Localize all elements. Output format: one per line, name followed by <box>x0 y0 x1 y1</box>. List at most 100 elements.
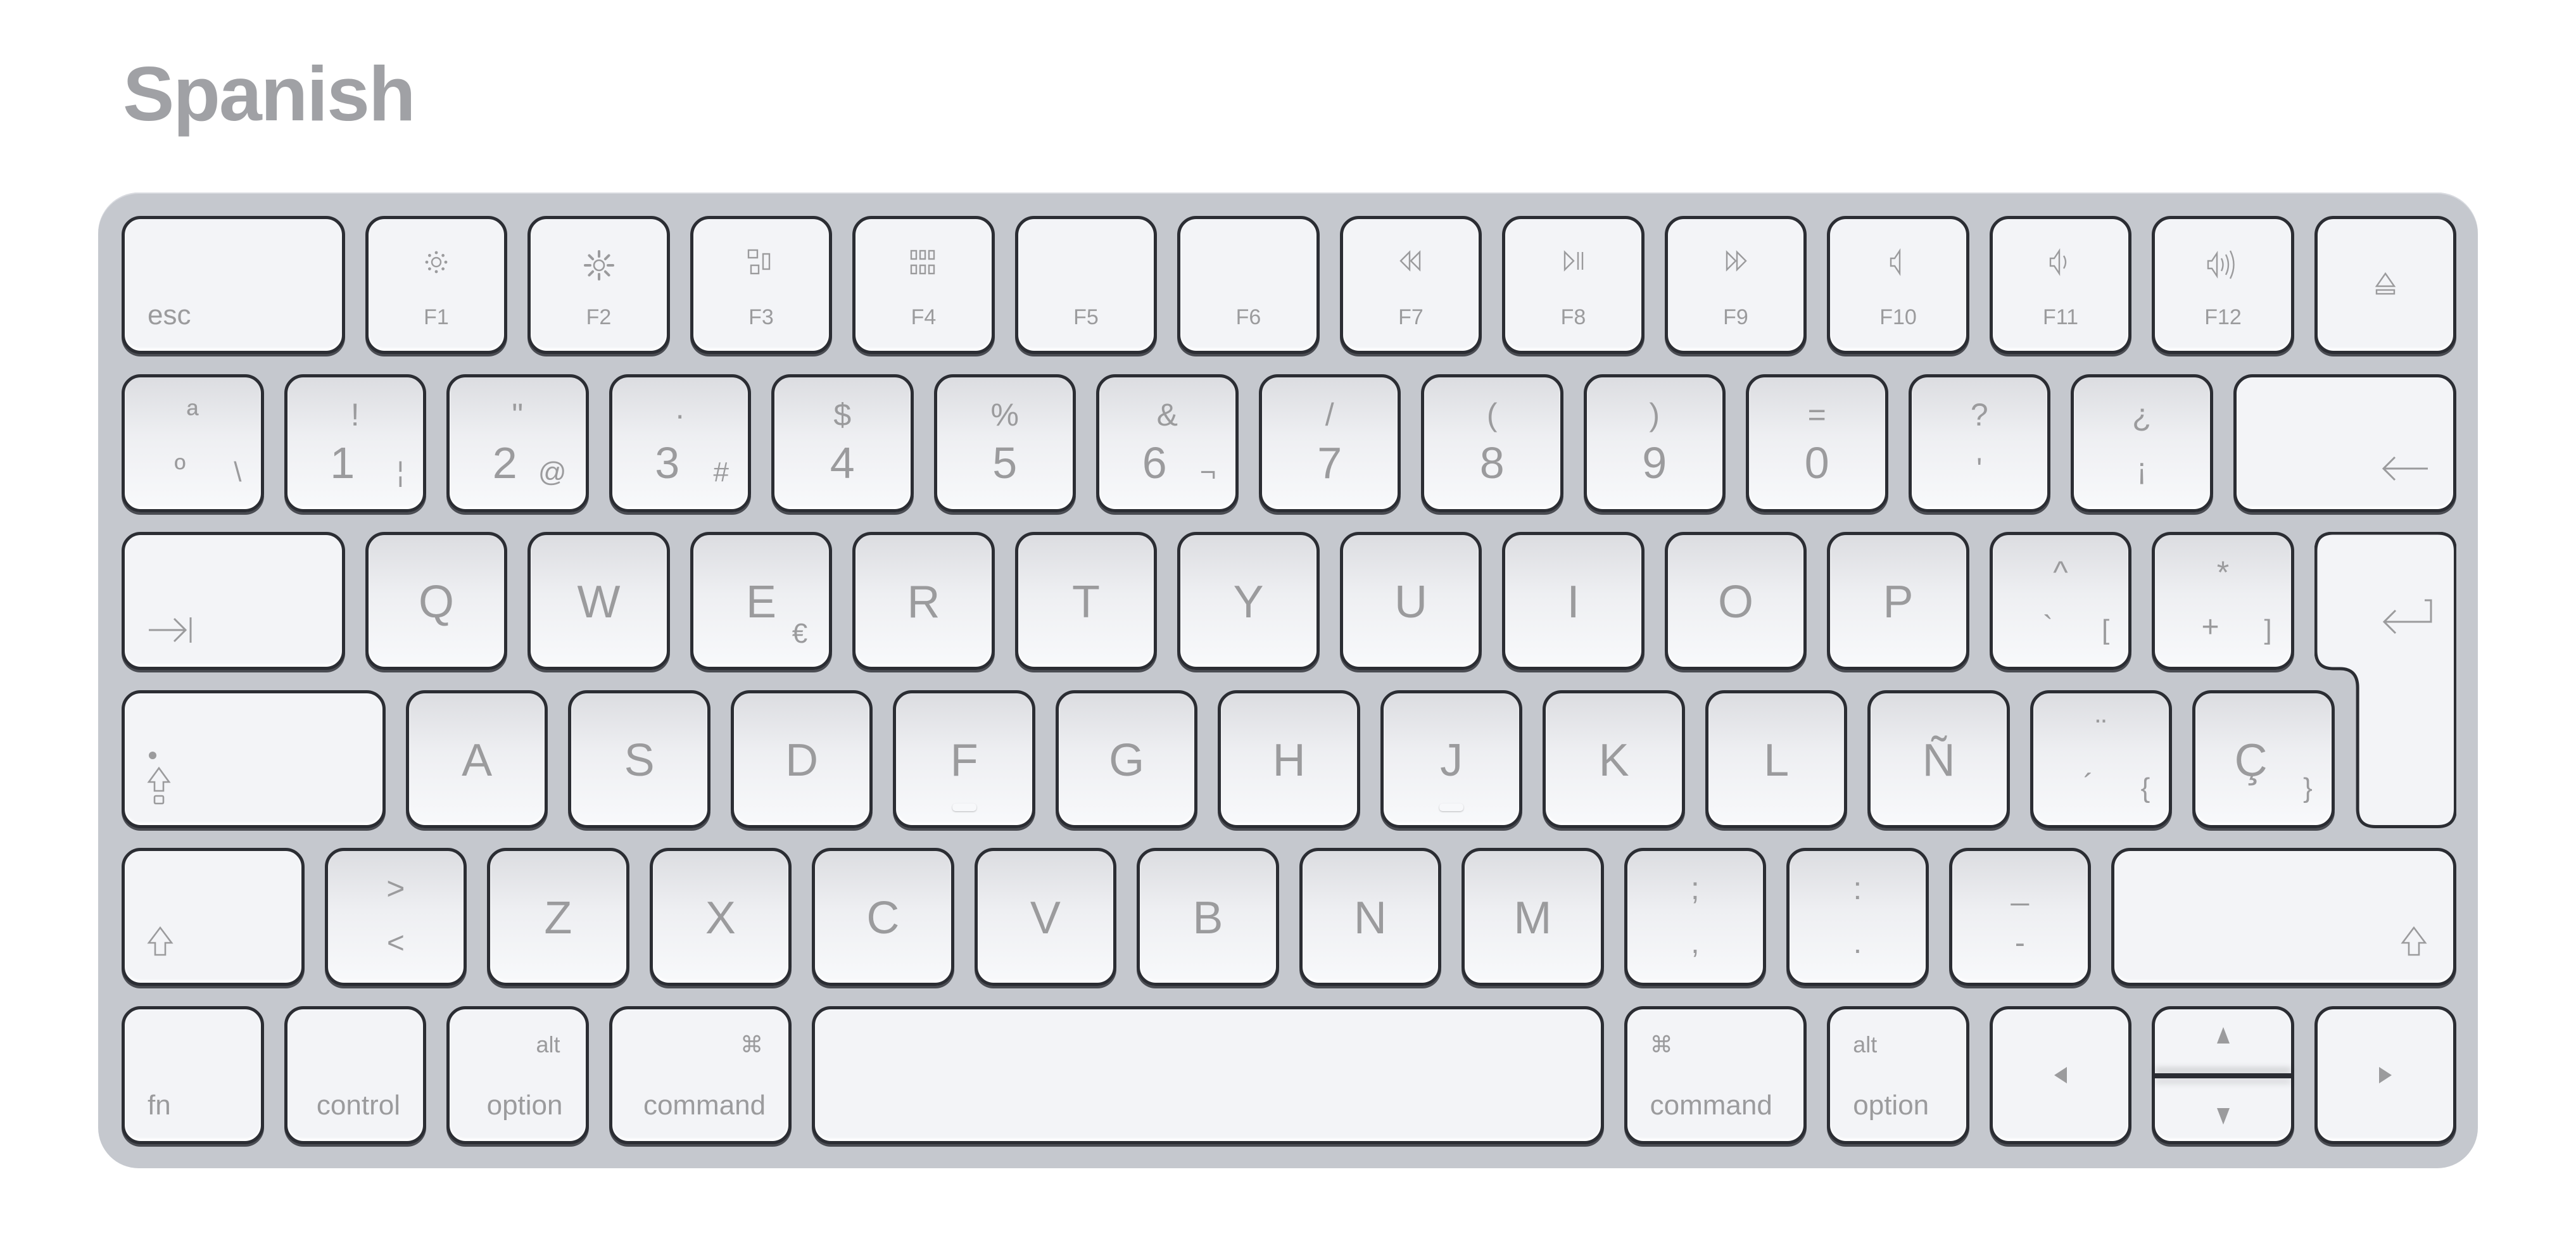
key-acute[interactable]: ¨ ´ { <box>2030 690 2173 828</box>
key-2[interactable]: " 2 @ <box>446 374 589 512</box>
key-arrow-right[interactable] <box>2314 1006 2457 1144</box>
key-sublabel: ⌘ <box>740 1031 764 1057</box>
key-t[interactable]: T <box>1014 532 1158 670</box>
key-f7[interactable]: F7 <box>1339 216 1482 354</box>
key-9[interactable]: ) 9 <box>1583 374 1726 512</box>
key-inverted-exclamation[interactable]: ¿ ¡ <box>2071 374 2213 512</box>
key-f12[interactable]: F12 <box>2152 216 2294 354</box>
key-ordinal[interactable]: ª º \ <box>122 374 264 512</box>
key-c[interactable]: C <box>812 848 954 986</box>
key-return[interactable] <box>2314 532 2457 828</box>
key-period[interactable]: :. <box>1786 848 1929 986</box>
key-delete[interactable] <box>2233 374 2457 512</box>
key-base-char: 0 <box>1804 438 1829 488</box>
key-apostrophe[interactable]: ? ' <box>1908 374 2050 512</box>
key-arrow-left[interactable] <box>1989 1006 2132 1144</box>
key-c-cedilla[interactable]: Ç} <box>2192 690 2335 828</box>
key-letter: C <box>866 893 900 943</box>
key-letter: A <box>462 735 493 786</box>
key-right-shift[interactable] <box>2111 848 2457 986</box>
key-grave[interactable]: ^ ` [ <box>1989 532 2132 670</box>
key-4[interactable]: $4 <box>771 374 914 512</box>
key-f11[interactable]: F11 <box>1989 216 2132 354</box>
key-letter: H <box>1272 735 1306 786</box>
key-o[interactable]: O <box>1664 532 1807 670</box>
key-3[interactable]: · 3 # <box>609 374 751 512</box>
key-l[interactable]: L <box>1705 690 1848 828</box>
key-f[interactable]: F <box>893 690 1035 828</box>
key-7[interactable]: /7 <box>1258 374 1401 512</box>
key-control[interactable]: control <box>284 1006 426 1144</box>
key-b[interactable]: B <box>1137 848 1279 986</box>
key-k[interactable]: K <box>1543 690 1685 828</box>
key-w[interactable]: W <box>527 532 670 670</box>
key-left-shift[interactable] <box>122 848 305 986</box>
key-i[interactable]: I <box>1502 532 1645 670</box>
key-j[interactable]: J <box>1380 690 1523 828</box>
key-label: F3 <box>748 305 774 329</box>
key-f6[interactable]: F6 <box>1177 216 1320 354</box>
key-base-char: 1 <box>330 438 355 488</box>
key-shift-char: ! <box>350 396 360 432</box>
key-d[interactable]: D <box>730 690 873 828</box>
key-left-command[interactable]: command ⌘ <box>609 1006 792 1144</box>
key-r[interactable]: R <box>852 532 995 670</box>
return-arrow-icon <box>2380 598 2434 636</box>
key-n[interactable]: N <box>1299 848 1442 986</box>
key-caps-lock[interactable] <box>122 690 386 828</box>
key-p[interactable]: P <box>1827 532 1969 670</box>
key-letter: W <box>577 577 621 627</box>
key-minus[interactable]: _ - <box>1948 848 2092 986</box>
key-base-char: 3 <box>655 438 680 488</box>
delete-arrow-icon <box>2380 455 2430 482</box>
key-letter: X <box>705 893 736 943</box>
key-f8[interactable]: F8 <box>1502 216 1645 354</box>
key-right-command[interactable]: command ⌘ <box>1624 1006 1807 1144</box>
key-arrow-up-down[interactable] <box>2152 1006 2294 1144</box>
key-0[interactable]: = 0 <box>1746 374 1888 512</box>
key-x[interactable]: X <box>649 848 792 986</box>
key-angle[interactable]: > < <box>324 848 467 986</box>
key-n-tilde[interactable]: Ñ <box>1867 690 2010 828</box>
key-f4[interactable]: F4 <box>852 216 995 354</box>
key-u[interactable]: U <box>1339 532 1482 670</box>
key-e[interactable]: E € <box>690 532 833 670</box>
key-f3[interactable]: F3 <box>690 216 833 354</box>
volume-down-icon <box>2047 248 2074 276</box>
key-a[interactable]: A <box>405 690 548 828</box>
key-eject[interactable] <box>2314 216 2457 354</box>
key-v[interactable]: V <box>974 848 1117 986</box>
key-shift-char: : <box>1853 871 1862 906</box>
key-base-char: ´ <box>2083 768 2094 802</box>
key-comma[interactable]: ;, <box>1624 848 1767 986</box>
key-m[interactable]: M <box>1462 848 1604 986</box>
arrow-down-icon[interactable] <box>2216 1107 2231 1126</box>
key-f1[interactable]: F1 <box>365 216 508 354</box>
key-left-option[interactable]: option alt <box>446 1006 589 1144</box>
key-1[interactable]: ! 1 ¦ <box>284 374 426 512</box>
key-shift-char: ( <box>1486 396 1498 432</box>
key-q[interactable]: Q <box>365 532 508 670</box>
key-5[interactable]: % 5 <box>933 374 1076 512</box>
key-f10[interactable]: F10 <box>1827 216 1969 354</box>
key-label: F12 <box>2204 305 2242 329</box>
key-f9[interactable]: F9 <box>1664 216 1807 354</box>
key-y[interactable]: Y <box>1177 532 1320 670</box>
arrow-up-icon[interactable] <box>2216 1026 2231 1045</box>
key-8[interactable]: (8 <box>1421 374 1563 512</box>
key-letter: L <box>1764 735 1790 786</box>
key-s[interactable]: S <box>568 690 710 828</box>
key-space[interactable] <box>812 1006 1604 1144</box>
key-h[interactable]: H <box>1218 690 1360 828</box>
key-z[interactable]: Z <box>487 848 629 986</box>
key-f5[interactable]: F5 <box>1014 216 1158 354</box>
key-right-option[interactable]: option alt <box>1827 1006 1969 1144</box>
key-esc[interactable]: esc <box>122 216 345 354</box>
key-g[interactable]: G <box>1055 690 1198 828</box>
key-shift-char: * <box>2216 555 2230 590</box>
key-tab[interactable] <box>122 532 345 670</box>
key-6[interactable]: & 6 ¬ <box>1096 374 1239 512</box>
key-f2[interactable]: F2 <box>527 216 670 354</box>
key-fn[interactable]: fn <box>122 1006 264 1144</box>
key-plus[interactable]: * +] <box>2152 532 2294 670</box>
